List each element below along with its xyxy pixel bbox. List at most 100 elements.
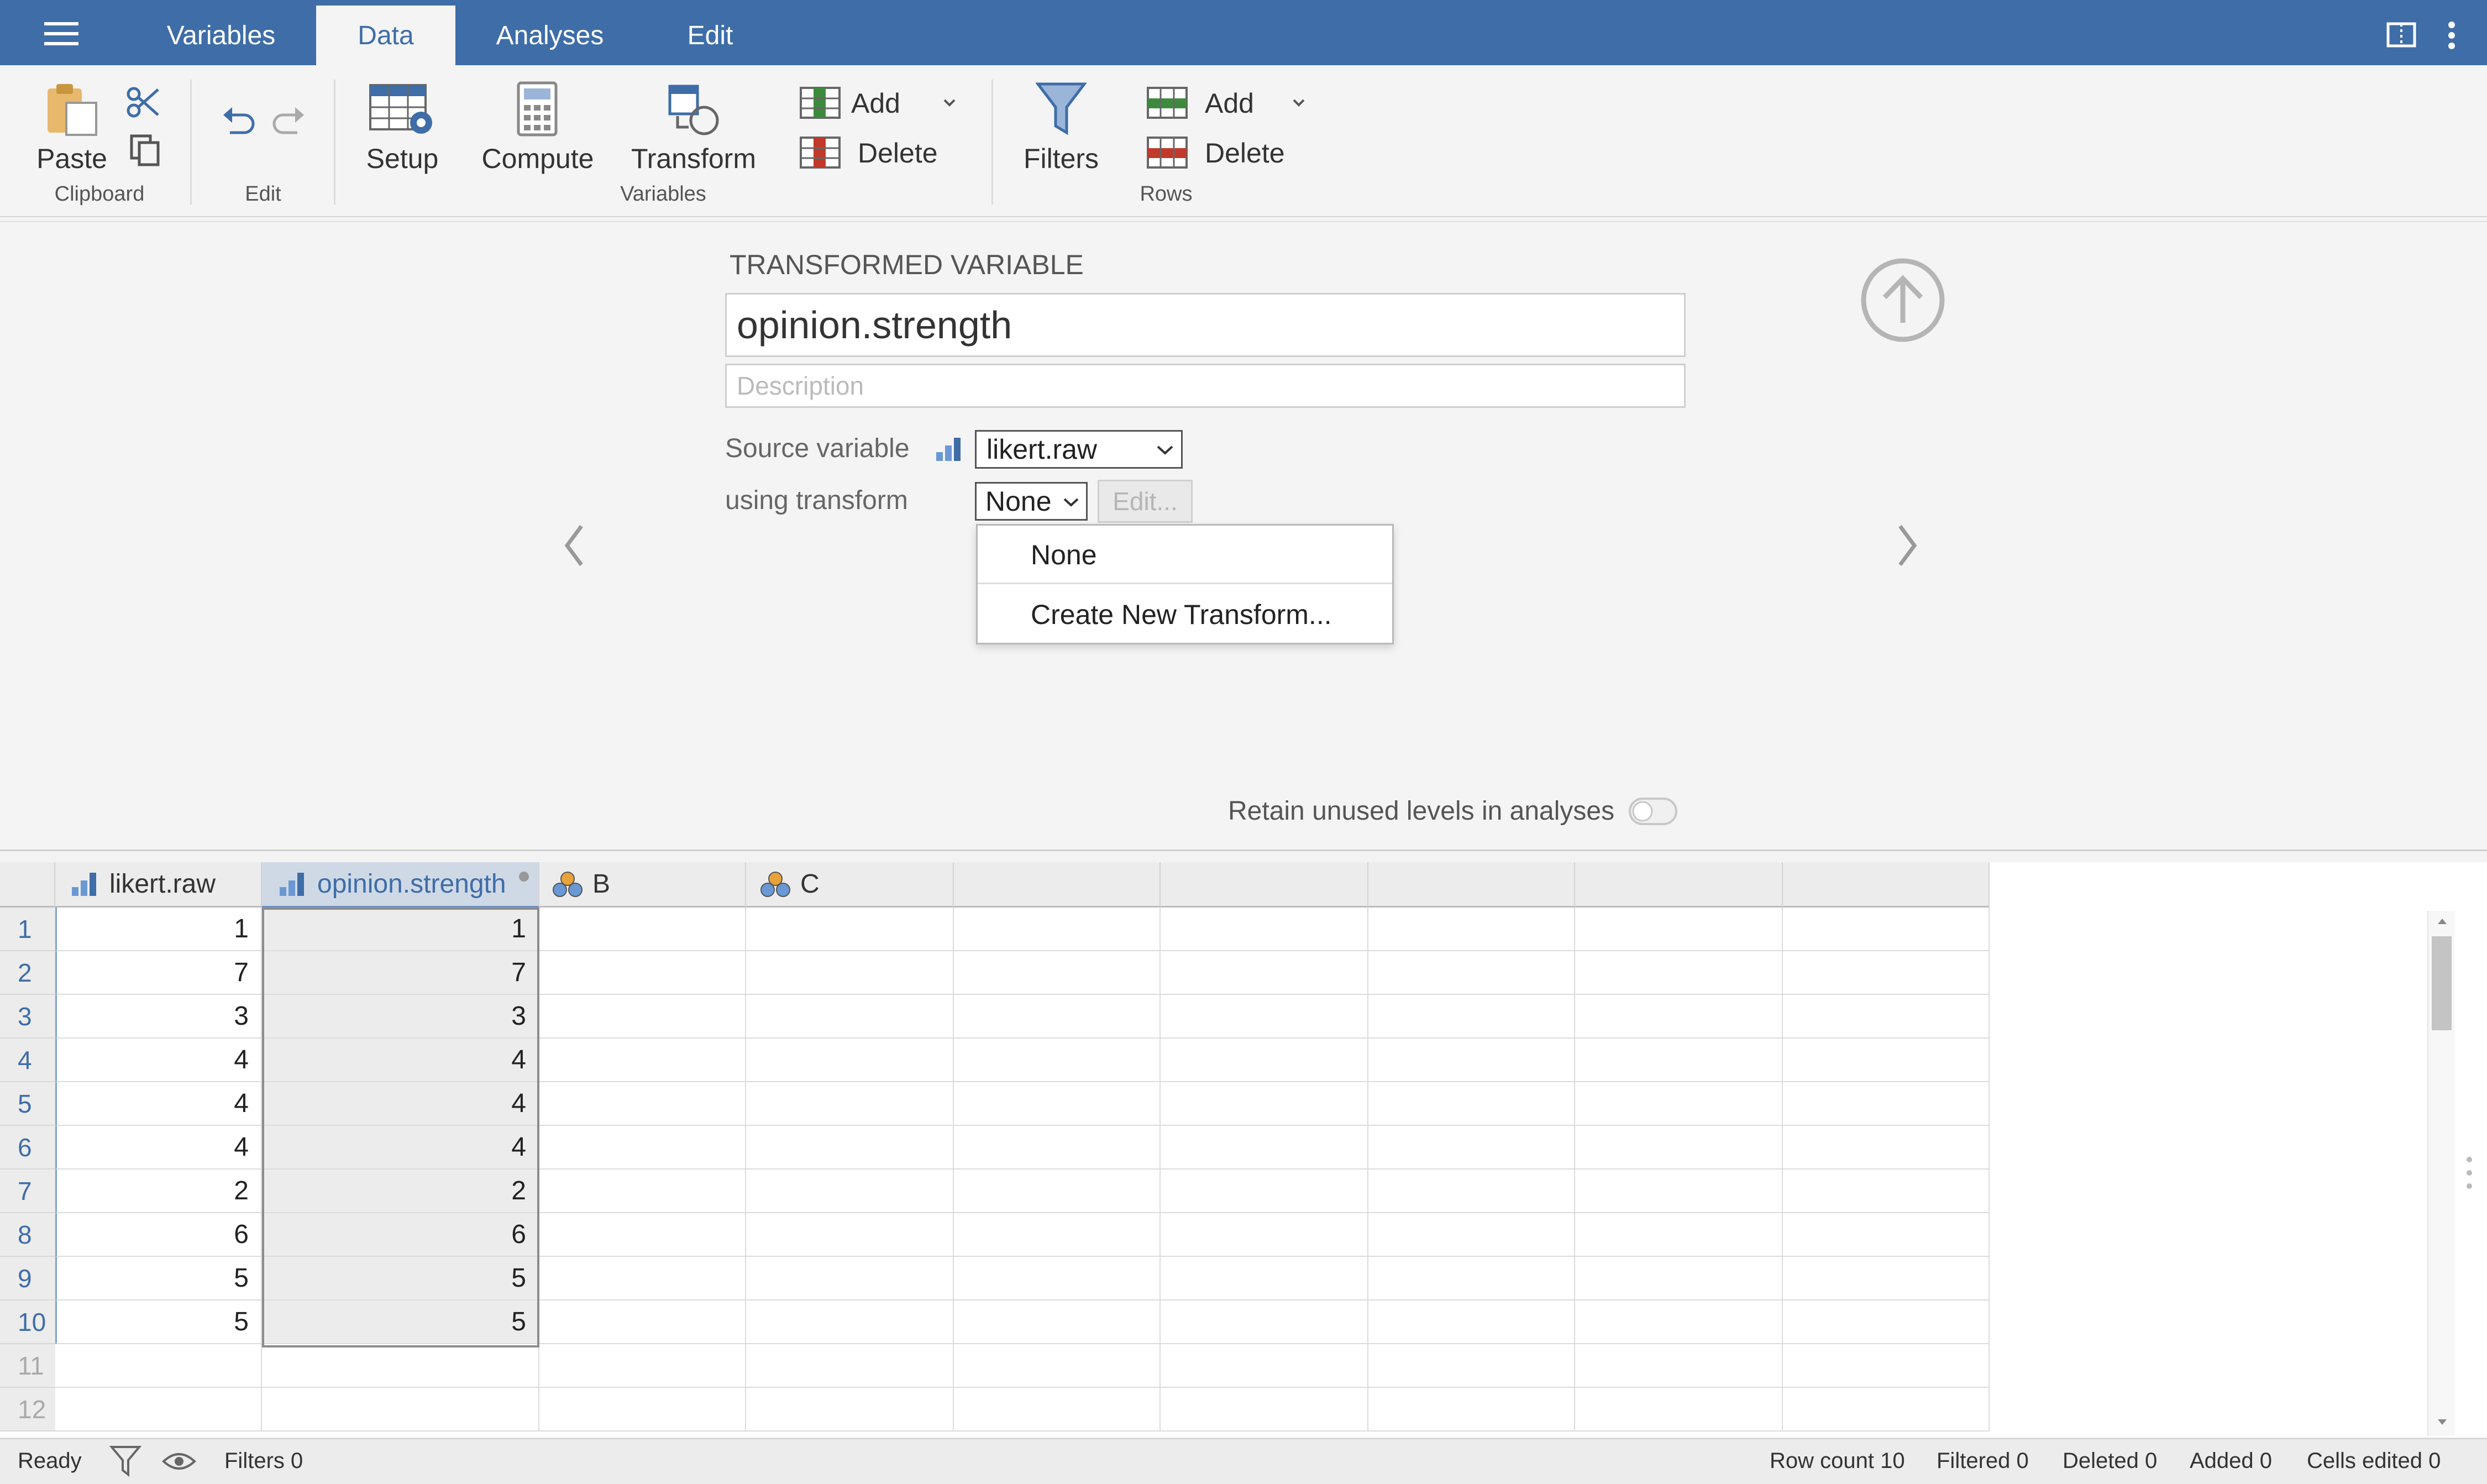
- add-row-icon[interactable]: [1146, 86, 1188, 119]
- grid-cell[interactable]: 3: [262, 995, 539, 1039]
- grid-cell[interactable]: [539, 951, 746, 995]
- grid-cell[interactable]: [746, 1344, 954, 1388]
- grid-cell[interactable]: [1783, 1126, 1990, 1170]
- more-options-icon[interactable]: [2446, 21, 2457, 50]
- grid-cell[interactable]: [954, 1213, 1161, 1257]
- scroll-up-icon[interactable]: [2437, 916, 2448, 925]
- next-variable-arrow[interactable]: [1897, 523, 1919, 568]
- visibility-eye-icon[interactable]: [161, 1450, 197, 1472]
- grid-cell[interactable]: [1161, 1039, 1368, 1082]
- cut-icon[interactable]: [126, 85, 160, 119]
- grid-cell[interactable]: [1575, 1388, 1783, 1431]
- row-number[interactable]: 2: [0, 951, 55, 995]
- grid-cell[interactable]: [1575, 1301, 1783, 1344]
- grid-cell[interactable]: [55, 1388, 262, 1431]
- grid-cell[interactable]: [746, 1170, 954, 1213]
- grid-cell[interactable]: [539, 995, 746, 1039]
- resize-handle-icon[interactable]: [2466, 1155, 2473, 1191]
- grid-cell[interactable]: [954, 1082, 1161, 1126]
- grid-cell[interactable]: [954, 1257, 1161, 1301]
- grid-cell[interactable]: [539, 1126, 746, 1170]
- grid-cell[interactable]: [1575, 1039, 1783, 1082]
- grid-cell[interactable]: 7: [55, 951, 262, 995]
- add-variable-button[interactable]: Add: [851, 87, 912, 119]
- grid-cell[interactable]: [1368, 1301, 1575, 1344]
- transform-button[interactable]: Transform: [625, 143, 763, 175]
- column-header-opinion-strength[interactable]: opinion.strength: [262, 862, 539, 908]
- grid-cell[interactable]: [539, 1213, 746, 1257]
- grid-cell[interactable]: [1161, 1082, 1368, 1126]
- grid-cell[interactable]: [262, 1344, 539, 1388]
- setup-icon[interactable]: [368, 82, 437, 137]
- row-number[interactable]: 9: [0, 1257, 55, 1301]
- grid-cell[interactable]: [1575, 1213, 1783, 1257]
- column-header-likert-raw[interactable]: likert.raw: [55, 862, 262, 908]
- previous-variable-arrow[interactable]: [563, 523, 585, 568]
- grid-cell[interactable]: [1161, 1170, 1368, 1213]
- setup-button[interactable]: Setup: [354, 143, 451, 175]
- undo-icon[interactable]: [220, 105, 258, 136]
- grid-cell[interactable]: [954, 995, 1161, 1039]
- grid-cell[interactable]: [746, 1039, 954, 1082]
- grid-cell[interactable]: 4: [55, 1082, 262, 1126]
- compute-button[interactable]: Compute: [475, 143, 600, 175]
- grid-cell[interactable]: [1161, 951, 1368, 995]
- grid-cell[interactable]: [1368, 1126, 1575, 1170]
- tab-data[interactable]: Data: [316, 6, 455, 65]
- row-number[interactable]: 10: [0, 1301, 55, 1344]
- grid-cell[interactable]: 4: [55, 1039, 262, 1082]
- column-header-empty[interactable]: [954, 862, 1161, 908]
- grid-cell[interactable]: 5: [55, 1257, 262, 1301]
- chevron-down-icon[interactable]: [1292, 97, 1305, 108]
- grid-cell[interactable]: [1783, 1170, 1990, 1213]
- grid-cell[interactable]: [1575, 995, 1783, 1039]
- grid-cell[interactable]: [1783, 1388, 1990, 1431]
- copy-icon[interactable]: [129, 134, 160, 167]
- grid-cell[interactable]: [1161, 1257, 1368, 1301]
- grid-cell[interactable]: 1: [262, 908, 539, 951]
- row-number[interactable]: 3: [0, 995, 55, 1039]
- grid-cell[interactable]: 4: [55, 1126, 262, 1170]
- column-header-b[interactable]: B: [539, 862, 746, 908]
- description-input[interactable]: Description: [725, 364, 1686, 408]
- grid-cell[interactable]: [539, 1301, 746, 1344]
- row-number[interactable]: 5: [0, 1082, 55, 1126]
- grid-cell[interactable]: [954, 951, 1161, 995]
- grid-cell[interactable]: [746, 995, 954, 1039]
- grid-cell[interactable]: [1575, 1170, 1783, 1213]
- grid-cell[interactable]: [539, 1344, 746, 1388]
- grid-cell[interactable]: [1368, 908, 1575, 951]
- collapse-up-icon[interactable]: [1860, 258, 1945, 343]
- grid-cell[interactable]: [539, 908, 746, 951]
- grid-cell[interactable]: [746, 1388, 954, 1431]
- grid-cell[interactable]: [1368, 1388, 1575, 1431]
- row-number[interactable]: 11: [0, 1344, 55, 1388]
- grid-cell[interactable]: [1161, 1344, 1368, 1388]
- grid-cell[interactable]: [954, 1388, 1161, 1431]
- grid-cell[interactable]: [746, 1126, 954, 1170]
- delete-variable-button[interactable]: Delete: [858, 137, 946, 169]
- add-row-button[interactable]: Add: [1205, 87, 1266, 119]
- grid-cell[interactable]: [1783, 951, 1990, 995]
- grid-cell[interactable]: [746, 1213, 954, 1257]
- grid-cell[interactable]: [1575, 908, 1783, 951]
- grid-cell[interactable]: [1161, 1213, 1368, 1257]
- transform-icon[interactable]: [667, 83, 722, 138]
- variable-name-input[interactable]: opinion.strength: [725, 293, 1686, 357]
- row-number[interactable]: 4: [0, 1039, 55, 1082]
- tab-edit[interactable]: Edit: [652, 6, 768, 65]
- grid-cell[interactable]: [954, 1126, 1161, 1170]
- paste-icon[interactable]: [44, 81, 99, 136]
- grid-cell[interactable]: 2: [55, 1170, 262, 1213]
- grid-cell[interactable]: [1575, 1257, 1783, 1301]
- delete-row-button[interactable]: Delete: [1205, 137, 1293, 169]
- grid-cell[interactable]: [1783, 995, 1990, 1039]
- filters-button[interactable]: Filters: [1011, 143, 1111, 175]
- filters-icon[interactable]: [1036, 82, 1087, 137]
- grid-cell[interactable]: [262, 1388, 539, 1431]
- grid-cell[interactable]: 6: [262, 1213, 539, 1257]
- grid-cell[interactable]: [1783, 908, 1990, 951]
- row-number[interactable]: 1: [0, 908, 55, 951]
- grid-cell[interactable]: [1161, 995, 1368, 1039]
- row-number[interactable]: 6: [0, 1126, 55, 1170]
